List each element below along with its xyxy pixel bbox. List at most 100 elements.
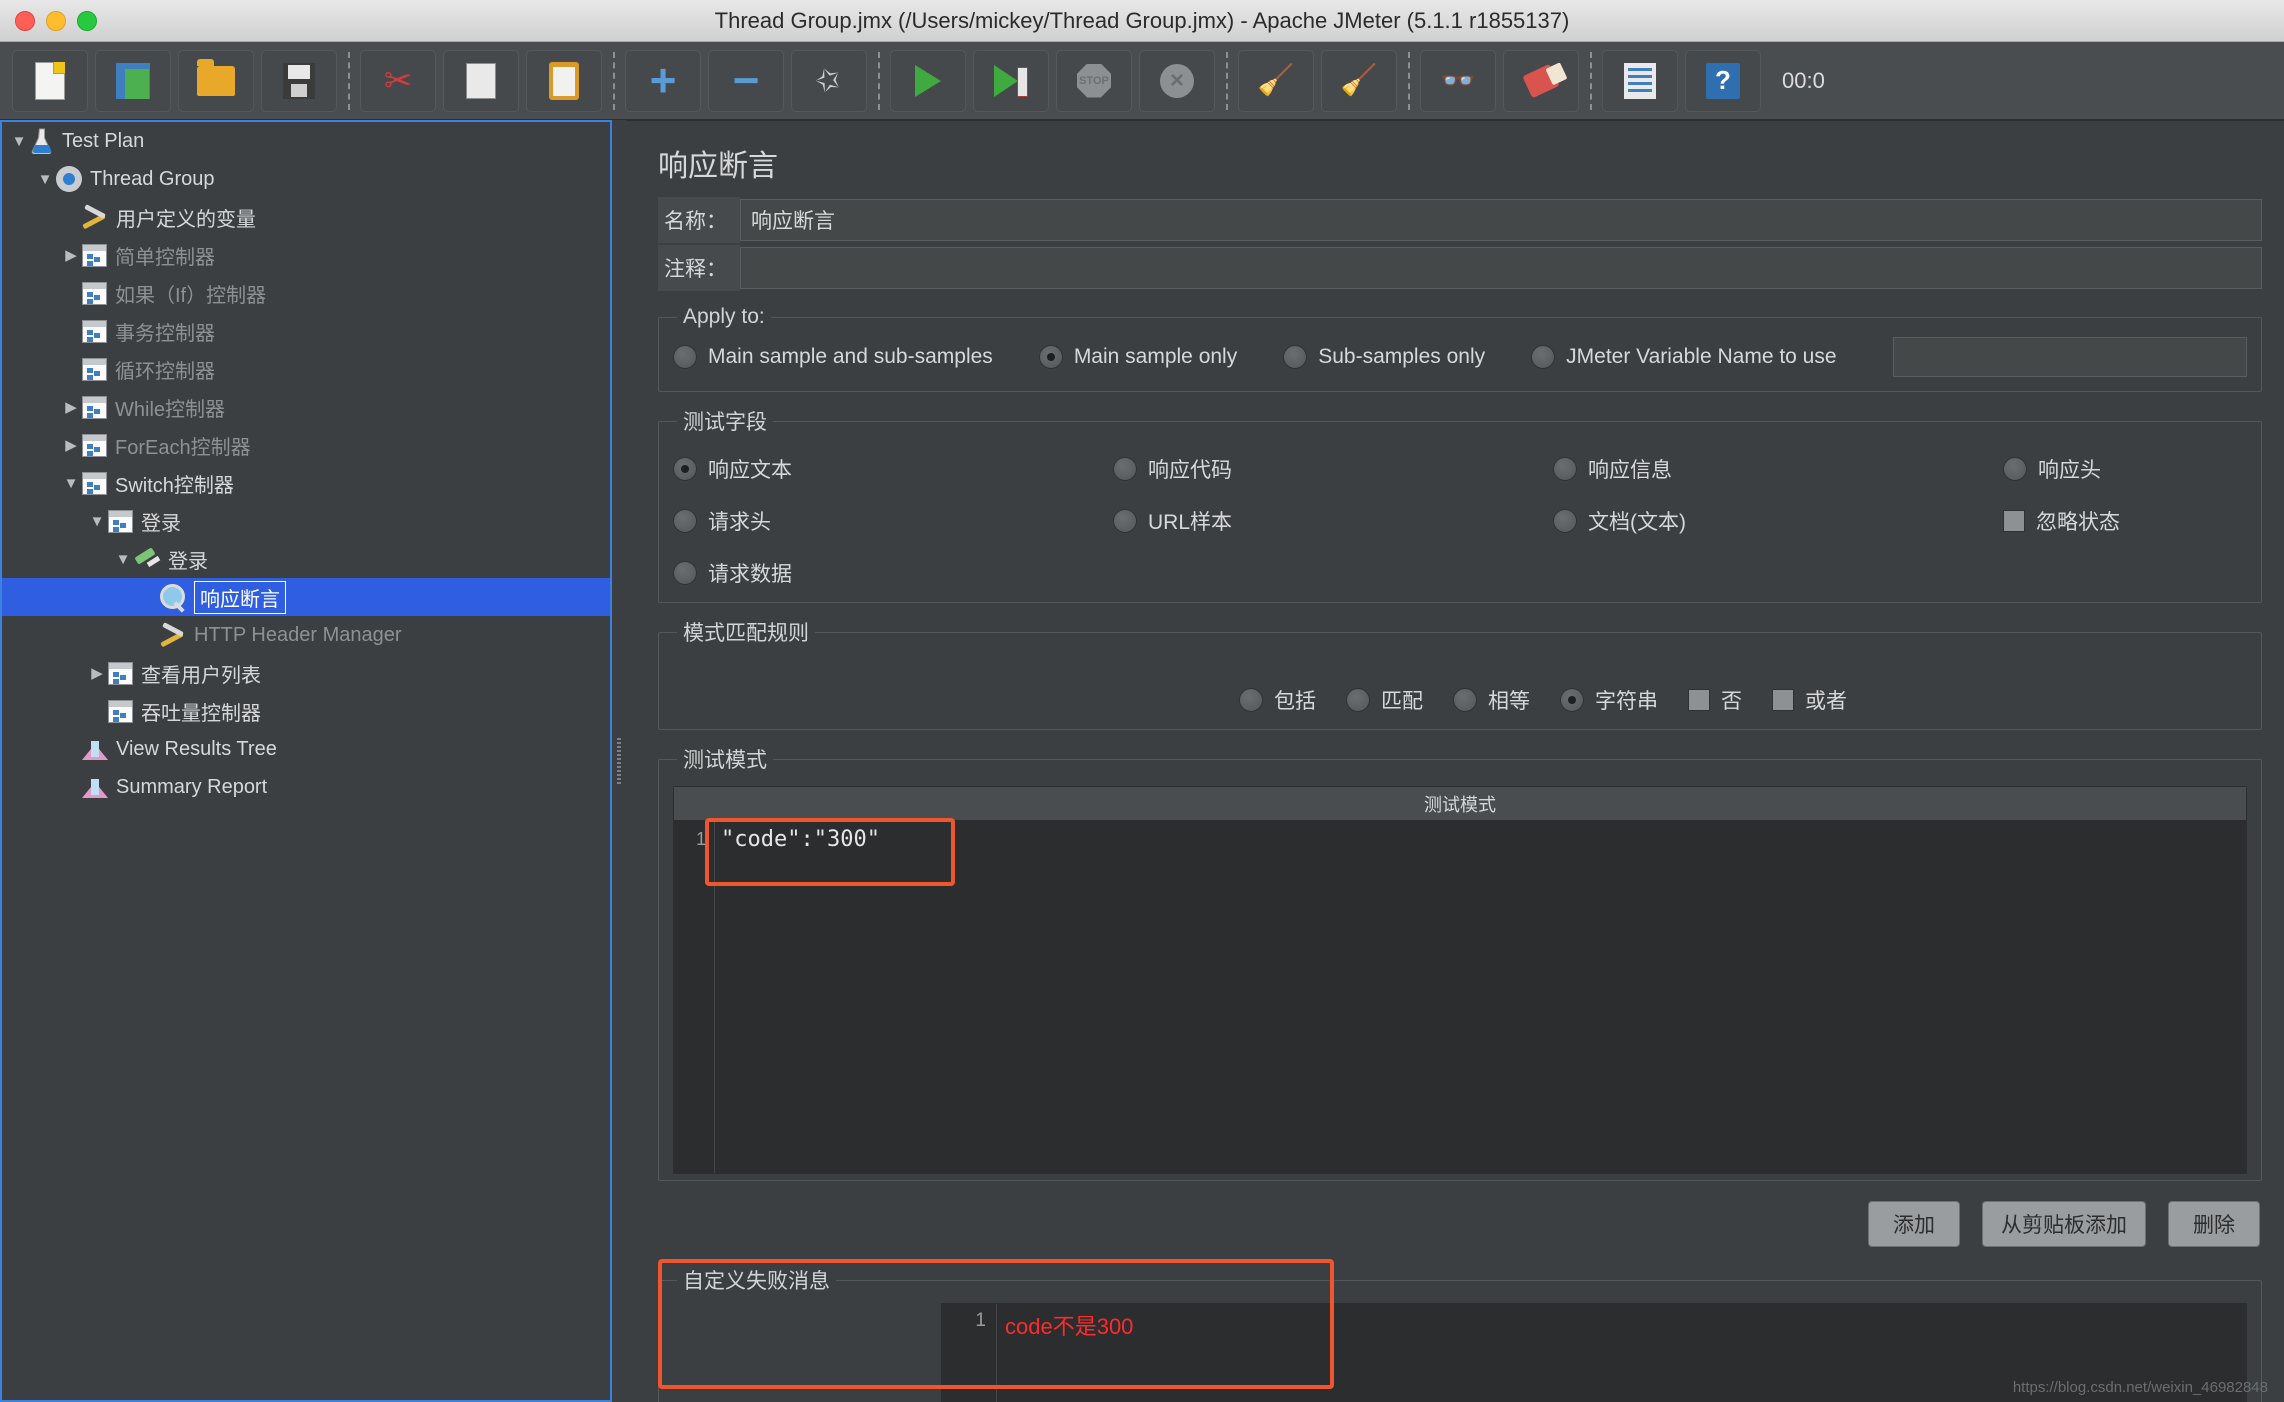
paste-button[interactable]	[526, 49, 602, 112]
match-rule-option[interactable]: 包括	[1239, 685, 1316, 715]
apply-to-option[interactable]: Main sample only	[1038, 345, 1237, 369]
chevron-down-icon[interactable]: ▼	[34, 171, 56, 188]
tree-item[interactable]: ▶ ForEach控制器	[2, 426, 610, 464]
test-patterns-table[interactable]: 测试模式 1 "code":"300"	[673, 786, 2247, 1174]
shutdown-button[interactable]: ×	[1139, 49, 1215, 112]
checkbox-icon[interactable]	[1688, 689, 1710, 711]
tree-item[interactable]: ▶ 简单控制器	[2, 236, 610, 274]
name-input[interactable]: 响应断言	[740, 199, 2262, 241]
radio-icon[interactable]	[1453, 688, 1477, 712]
save-button[interactable]	[261, 49, 337, 112]
radio-icon[interactable]	[673, 509, 697, 533]
tree-item[interactable]: ▶ 吞吐量控制器	[2, 692, 610, 730]
test-field-option[interactable]: 忽略状态	[2003, 506, 2247, 536]
chevron-right-icon[interactable]: ▶	[60, 436, 82, 454]
search-button[interactable]: 👓	[1420, 49, 1496, 112]
match-rule-option[interactable]: 字符串	[1560, 685, 1658, 715]
add-pattern-button[interactable]: 添加	[1868, 1201, 1960, 1247]
radio-selected-icon[interactable]	[1038, 345, 1063, 369]
open-button[interactable]	[178, 49, 254, 112]
checkbox-icon[interactable]	[2003, 510, 2025, 532]
tree-item[interactable]: ▶ 响应断言	[2, 578, 610, 616]
match-rule-option[interactable]: 相等	[1453, 685, 1530, 715]
tree-item[interactable]: ▼ 登录	[2, 540, 610, 578]
test-field-option[interactable]: 请求头	[673, 506, 1113, 536]
clear-all-button[interactable]: 🧹	[1321, 49, 1397, 112]
chevron-down-icon[interactable]: ▼	[112, 551, 134, 568]
tree-item[interactable]: ▼ Test Plan	[2, 122, 610, 160]
start-no-pauses-button[interactable]	[973, 49, 1049, 112]
pattern-empty-cell[interactable]	[714, 885, 2246, 1173]
test-field-option[interactable]: 文档(文本)	[1553, 506, 2003, 536]
test-field-option[interactable]: 响应头	[2003, 454, 2247, 484]
function-helper-button[interactable]	[1602, 49, 1678, 112]
cut-button[interactable]: ✂	[360, 49, 436, 112]
test-field-option[interactable]: 响应代码	[1113, 454, 1553, 484]
radio-icon[interactable]	[2003, 457, 2027, 481]
chevron-right-icon[interactable]: ▶	[60, 398, 82, 416]
radio-icon[interactable]	[673, 561, 697, 585]
radio-selected-icon[interactable]	[1560, 688, 1584, 712]
copy-button[interactable]	[443, 49, 519, 112]
comment-input[interactable]	[740, 247, 2262, 289]
tree-item[interactable]: ▶ HTTP Header Manager	[2, 616, 610, 654]
radio-icon[interactable]	[1531, 345, 1556, 369]
tree-item[interactable]: ▼ Switch控制器	[2, 464, 610, 502]
templates-button[interactable]	[95, 49, 171, 112]
apply-to-option[interactable]: JMeter Variable Name to use	[1531, 345, 1837, 369]
window-controls[interactable]	[0, 10, 97, 31]
tree-item[interactable]: ▶ 循环控制器	[2, 350, 610, 388]
panel-splitter[interactable]	[612, 120, 626, 1402]
start-button[interactable]	[890, 49, 966, 112]
reset-search-button[interactable]	[1503, 49, 1579, 112]
test-pattern-value[interactable]: "code":"300"	[714, 821, 2246, 885]
tree-item[interactable]: ▼ Thread Group	[2, 160, 610, 198]
add-from-clipboard-button[interactable]: 从剪贴板添加	[1982, 1201, 2146, 1247]
test-patterns-empty-space[interactable]	[674, 885, 2246, 1173]
new-button[interactable]	[12, 49, 88, 112]
splitter-grip[interactable]	[617, 738, 621, 784]
radio-selected-icon[interactable]	[673, 457, 697, 481]
radio-icon[interactable]	[1239, 688, 1263, 712]
test-field-option[interactable]: 响应文本	[673, 454, 1113, 484]
expand-all-button[interactable]: +	[625, 49, 701, 112]
match-rule-option[interactable]: 否	[1688, 685, 1742, 715]
radio-icon[interactable]	[673, 345, 697, 369]
custom-failure-value[interactable]: code不是300	[996, 1304, 2246, 1356]
chevron-down-icon[interactable]: ▼	[8, 133, 30, 150]
apply-to-option[interactable]: Sub-samples only	[1283, 345, 1485, 369]
maximize-window-button[interactable]	[77, 10, 97, 31]
test-field-option[interactable]: URL样本	[1113, 506, 1553, 536]
toggle-button[interactable]: ✩	[791, 49, 867, 112]
radio-icon[interactable]	[1283, 345, 1308, 369]
chevron-down-icon[interactable]: ▼	[86, 513, 108, 530]
chevron-down-icon[interactable]: ▼	[60, 475, 82, 492]
tree-item[interactable]: ▶ While控制器	[2, 388, 610, 426]
custom-failure-row[interactable]: 1 code不是300	[942, 1304, 2246, 1356]
tree-item[interactable]: ▶ 事务控制器	[2, 312, 610, 350]
test-patterns-body[interactable]: 1 "code":"300"	[674, 821, 2246, 1173]
jmeter-variable-input[interactable]	[1892, 337, 2247, 377]
radio-icon[interactable]	[1346, 688, 1370, 712]
checkbox-icon[interactable]	[1772, 689, 1794, 711]
chevron-right-icon[interactable]: ▶	[60, 246, 82, 264]
tree-item[interactable]: ▶ 用户定义的变量	[2, 198, 610, 236]
apply-to-option[interactable]: Main sample and sub-samples	[673, 345, 993, 369]
minimize-window-button[interactable]	[46, 10, 66, 31]
tree-item[interactable]: ▶ View Results Tree	[2, 730, 610, 768]
test-field-option[interactable]: 请求数据	[673, 558, 1113, 588]
radio-icon[interactable]	[1113, 457, 1137, 481]
tree-item[interactable]: ▼ 登录	[2, 502, 610, 540]
clear-button[interactable]: 🧹	[1238, 49, 1314, 112]
test-pattern-row[interactable]: 1 "code":"300"	[674, 821, 2246, 885]
match-rule-option[interactable]: 匹配	[1346, 685, 1423, 715]
tree-item[interactable]: ▶ 如果（If）控制器	[2, 274, 610, 312]
tree-item[interactable]: ▶ Summary Report	[2, 768, 610, 806]
stop-button[interactable]: STOP	[1056, 49, 1132, 112]
match-rule-option[interactable]: 或者	[1772, 685, 1847, 715]
help-button[interactable]: ?	[1685, 49, 1761, 112]
radio-icon[interactable]	[1553, 509, 1577, 533]
delete-pattern-button[interactable]: 删除	[2168, 1201, 2260, 1247]
radio-icon[interactable]	[1553, 457, 1577, 481]
chevron-right-icon[interactable]: ▶	[86, 664, 108, 682]
